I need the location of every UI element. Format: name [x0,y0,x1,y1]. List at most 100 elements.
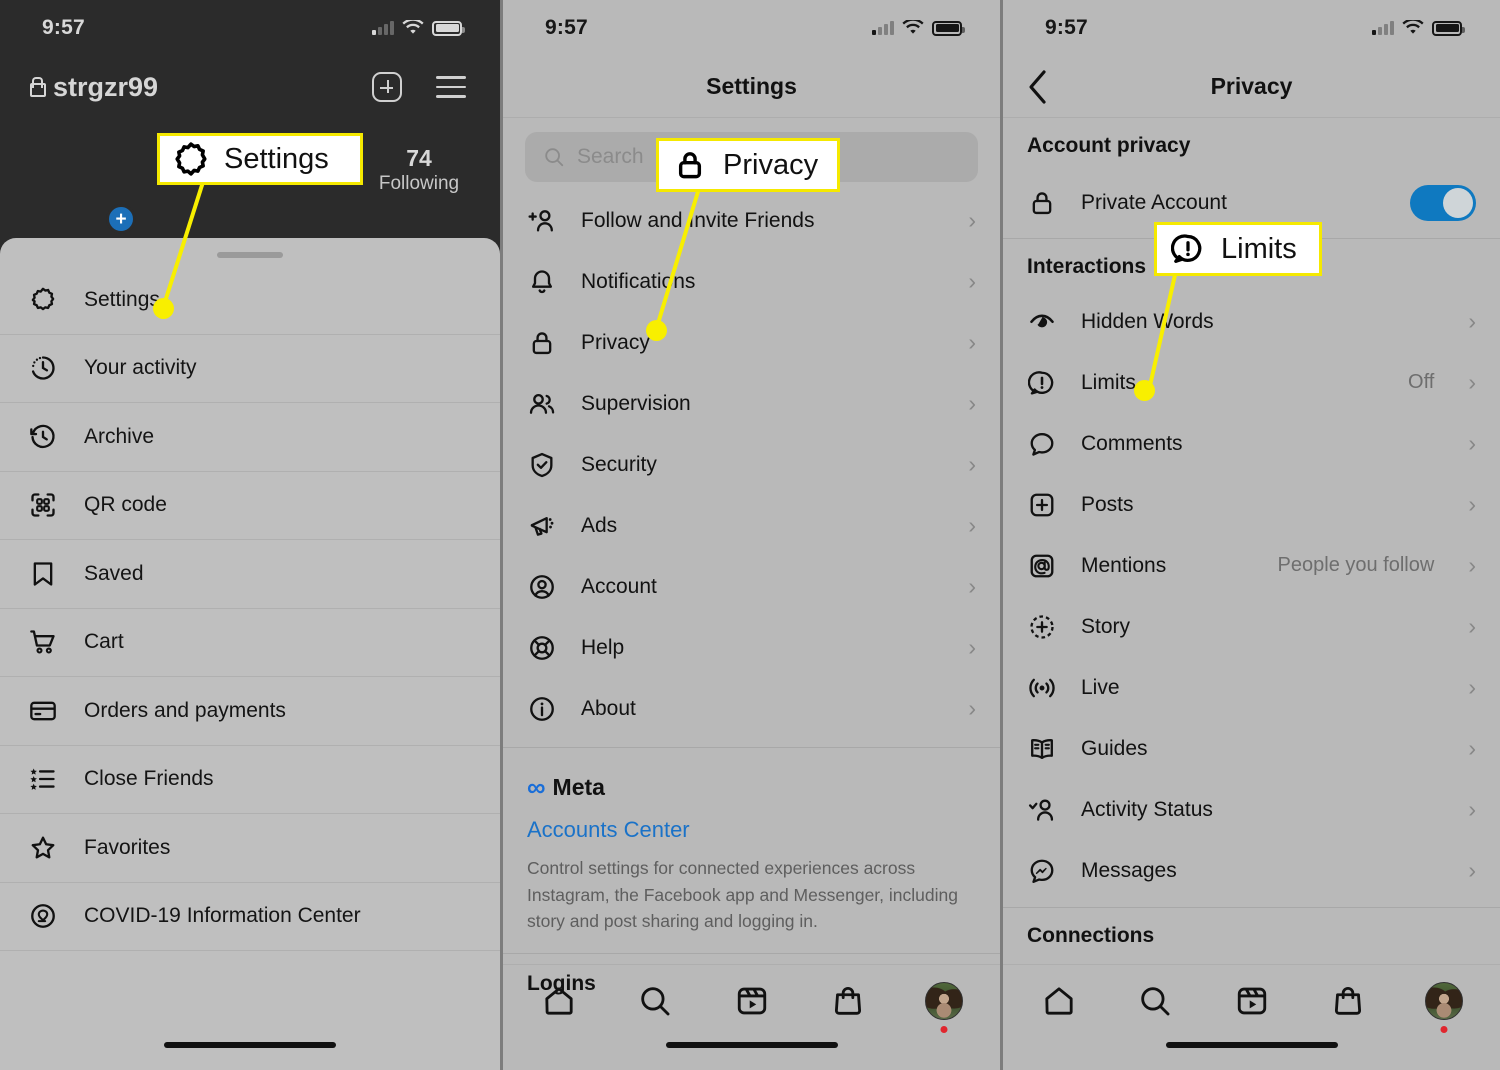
guides-book-icon [1027,734,1057,764]
menu-item-label: Close Friends [84,767,214,791]
settings-row-security[interactable]: Security › [503,434,1000,495]
profile-avatar-icon [925,982,963,1020]
privacy-row-label: Posts [1081,492,1134,516]
menu-item-saved[interactable]: Saved [0,540,500,609]
meta-brand-label: Meta [552,774,605,800]
callout-anchor-dot [153,298,174,319]
section-heading-connections: Connections [1027,924,1155,947]
tab-shop[interactable] [826,979,870,1023]
menu-item-label: Cart [84,630,124,654]
menu-item-orders-and-payments[interactable]: Orders and payments [0,677,500,746]
tab-shop[interactable] [1326,979,1370,1023]
menu-item-covid-19-information-center[interactable]: COVID-19 Information Center [0,883,500,951]
callout-leader-line [654,184,702,331]
home-indicator [665,1042,838,1048]
three-panel-tutorial-screenshot: 9:57 strgzr99 + 74 Following Settings Yo… [0,0,1500,1070]
settings-row-label: Account [581,574,657,598]
tab-home[interactable] [1037,979,1081,1023]
lock-icon [671,146,709,184]
menu-item-label: COVID-19 Information Center [84,904,361,928]
tab-profile[interactable] [922,979,966,1033]
privacy-row-value: People you follow [1277,554,1435,576]
settings-row-about[interactable]: About › [503,678,1000,739]
settings-row-label: Security [581,452,657,476]
messenger-icon [1027,856,1057,886]
menu-item-archive[interactable]: Archive [0,403,500,472]
privacy-row-messages[interactable]: Messages › [1003,840,1500,901]
chevron-right-icon: › [1468,796,1476,822]
bookmark-icon [28,559,58,589]
privacy-row-story[interactable]: Story › [1003,596,1500,657]
settings-row-help[interactable]: Help › [503,617,1000,678]
settings-row-label: About [581,696,636,720]
menu-item-label: Orders and payments [84,698,286,722]
bottom-tab-bar [1003,964,1500,1070]
callout-settings: Settings [157,133,363,185]
bottom-tab-bar [503,964,1000,1070]
shopping-cart-icon [28,627,58,657]
chevron-right-icon: › [968,512,976,538]
settings-row-label: Ads [581,513,618,537]
meta-accounts-center-block: ∞ Meta Accounts Center Control settings … [503,756,1000,953]
notification-dot [1440,1026,1448,1033]
star-icon [28,833,58,863]
chevron-right-icon: › [1468,552,1476,578]
privacy-row-live[interactable]: Live › [1003,657,1500,718]
tab-search[interactable] [633,979,677,1023]
panel-privacy: 9:57 Privacy Account privacy Private Acc… [1000,0,1500,1070]
callout-leader-line [161,181,205,309]
privacy-row-guides[interactable]: Guides › [1003,718,1500,779]
menu-item-label: Saved [84,561,144,585]
chevron-right-icon: › [968,573,976,599]
gear-icon [172,140,210,178]
profile-avatar-icon [1425,982,1463,1020]
divider [503,747,1000,748]
menu-item-favorites[interactable]: Favorites [0,814,500,883]
settings-row-account[interactable]: Account › [503,556,1000,617]
menu-item-cart[interactable]: Cart [0,609,500,677]
accounts-center-link[interactable]: Accounts Center [527,817,976,843]
tab-reels[interactable] [730,979,774,1023]
archive-clock-icon [28,422,58,452]
chevron-right-icon: › [1468,613,1476,639]
lifebuoy-icon [527,633,557,663]
menu-item-qr-code[interactable]: QR code [0,472,500,540]
activity-status-icon [1027,795,1057,825]
settings-row-ads[interactable]: Ads › [503,495,1000,556]
menu-item-label: Archive [84,424,155,448]
tab-profile[interactable] [1422,979,1466,1033]
live-broadcast-icon [1027,673,1057,703]
chevron-right-icon: › [1468,674,1476,700]
menu-item-close-friends[interactable]: Close Friends [0,746,500,814]
accounts-center-description: Control settings for connected experienc… [527,858,958,932]
privacy-row-mentions[interactable]: Mentions People you follow › [1003,535,1500,596]
menu-item-label: Favorites [84,835,171,859]
info-circle-icon [527,694,557,724]
tab-home[interactable] [537,979,581,1023]
covid-info-icon [28,901,58,931]
privacy-row-label: Mentions [1081,553,1167,577]
shield-check-icon [527,450,557,480]
tab-search[interactable] [1133,979,1177,1023]
privacy-row-label: Messages [1081,858,1177,882]
privacy-row-label: Activity Status [1081,797,1213,821]
panel-profile-menu: 9:57 strgzr99 + 74 Following Settings Yo… [0,0,500,1070]
callout-privacy: Privacy [656,138,840,192]
callout-label: Settings [224,142,329,175]
chevron-right-icon: › [968,451,976,477]
notification-dot [940,1026,948,1033]
credit-card-icon [28,696,58,726]
meta-infinity-icon: ∞ [527,772,545,802]
menu-item-label: QR code [84,493,167,517]
chevron-right-icon: › [968,695,976,721]
chevron-right-icon: › [1468,735,1476,761]
privacy-row-label: Live [1081,675,1120,699]
privacy-row-activity-status[interactable]: Activity Status › [1003,779,1500,840]
callout-label: Limits [1221,232,1297,265]
privacy-row-posts[interactable]: Posts › [1003,474,1500,535]
privacy-row-label: Guides [1081,736,1148,760]
story-plus-icon [1027,612,1057,642]
at-sign-icon [1027,551,1057,581]
tab-reels[interactable] [1230,979,1274,1023]
chevron-right-icon: › [1468,491,1476,517]
